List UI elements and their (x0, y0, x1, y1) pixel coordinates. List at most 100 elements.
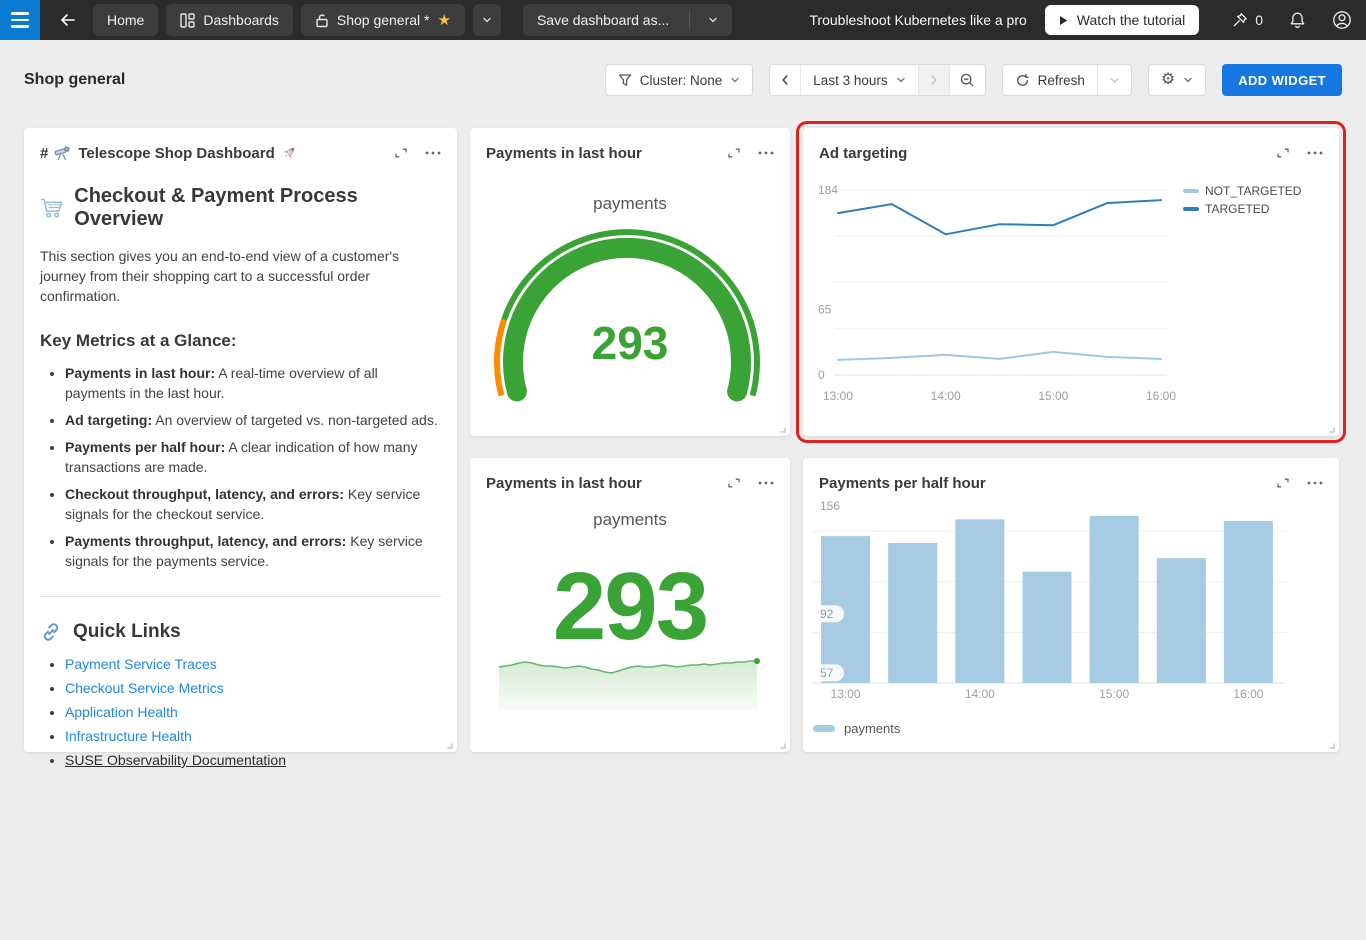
quick-link[interactable]: Application Health (65, 704, 178, 720)
resize-handle[interactable] (1325, 423, 1335, 433)
refresh-label: Refresh (1038, 73, 1085, 88)
shopping-cart-icon (40, 197, 64, 220)
quick-link-item: Infrastructure Health (65, 729, 441, 744)
play-icon (1059, 15, 1068, 26)
quick-links-list: Payment Service Traces Checkout Service … (40, 657, 441, 768)
metric-item: Payments throughput, latency, and errors… (65, 531, 441, 571)
number-value: 293 (470, 557, 790, 657)
avatar-icon (1332, 10, 1352, 30)
time-back-button[interactable] (770, 65, 800, 95)
nav-tab-home[interactable]: Home (93, 4, 158, 36)
quick-link-item: Application Health (65, 705, 441, 720)
chevron-down-icon (1183, 75, 1193, 85)
button-divider (689, 11, 690, 29)
page-header: Shop general Cluster: None Last 3 hours (0, 40, 1366, 96)
pinned-items-button[interactable]: 0 (1231, 12, 1263, 29)
number-chart: payments 293 (470, 458, 790, 752)
favorite-star-icon[interactable]: ★ (438, 13, 451, 28)
watch-tutorial-button[interactable]: Watch the tutorial (1045, 5, 1199, 35)
save-as-label: Save dashboard as... (537, 12, 669, 28)
chevron-right-icon (929, 74, 939, 86)
series-label: payments (470, 510, 790, 530)
quick-link[interactable]: Payment Service Traces (65, 656, 217, 672)
svg-text:14:00: 14:00 (965, 687, 995, 701)
time-forward-button[interactable] (918, 65, 949, 95)
svg-text:16:00: 16:00 (1146, 389, 1176, 403)
dashboard-tab-dropdown[interactable] (473, 4, 501, 36)
time-range-group: Last 3 hours (769, 64, 985, 96)
dashboard-grid: # Telescope Shop Dashboard Checkout & Pa… (24, 128, 1342, 752)
home-label: Home (107, 12, 144, 28)
pin-count: 0 (1255, 12, 1263, 28)
cluster-filter-label: Cluster: None (640, 73, 723, 88)
refresh-button[interactable]: Refresh (1003, 65, 1097, 95)
notifications-button[interactable] (1289, 11, 1306, 29)
metric-item: Payments per half hour: A clear indicati… (65, 437, 441, 477)
series-label: payments (470, 194, 790, 214)
chevron-down-icon (482, 15, 492, 25)
nav-tab-dashboards[interactable]: Dashboards (166, 4, 293, 36)
chevron-down-icon (1109, 75, 1120, 86)
unlock-icon (315, 13, 329, 28)
legend-item[interactable]: NOT_TARGETED (1183, 182, 1301, 200)
promo-text: Troubleshoot Kubernetes like a pro (809, 12, 1026, 28)
gear-icon: ⚙ (1161, 72, 1175, 88)
hamburger-icon (11, 12, 29, 15)
widget-payments-gauge: Payments in last hour payments 293 (470, 128, 790, 436)
widget-menu-button[interactable] (419, 141, 447, 165)
widget-ad-targeting: Ad targeting 18465013:0014:0015:0016:00 … (803, 128, 1339, 436)
line-chart: 18465013:0014:0015:0016:00 NOT_TARGETEDT… (803, 128, 1339, 436)
refresh-icon (1015, 73, 1030, 88)
expand-icon (394, 146, 408, 160)
zoom-out-time-button[interactable] (949, 65, 985, 95)
user-avatar-button[interactable] (1332, 10, 1352, 30)
time-range-selector[interactable]: Last 3 hours (800, 65, 917, 95)
metric-item: Payments in last hour: A real-time overv… (65, 363, 441, 403)
legend-item[interactable]: payments (813, 719, 900, 737)
widget-payments-per-half-hour: Payments per half hour 156925713:0014:00… (803, 458, 1339, 752)
quick-link[interactable]: Checkout Service Metrics (65, 680, 224, 696)
resize-handle[interactable] (443, 739, 453, 749)
metric-item: Ad targeting: An overview of targeted vs… (65, 410, 441, 430)
quick-link[interactable]: SUSE Observability Documentation (65, 752, 286, 768)
legend-item[interactable]: TARGETED (1183, 200, 1301, 218)
svg-text:16:00: 16:00 (1233, 687, 1263, 701)
bar-chart-svg: 156925713:0014:0015:0016:00 (803, 458, 1339, 752)
add-widget-button[interactable]: ADD WIDGET (1222, 64, 1342, 96)
gauge-svg (470, 128, 790, 436)
rocket-icon (281, 145, 297, 161)
bell-icon (1289, 11, 1306, 29)
time-range-label: Last 3 hours (813, 73, 887, 88)
legend-swatch (813, 725, 835, 732)
expand-widget-button[interactable] (387, 141, 415, 165)
divider (40, 596, 441, 597)
widget-payments-number: Payments in last hour payments 293 (470, 458, 790, 752)
refresh-interval-dropdown[interactable] (1097, 65, 1131, 95)
nav-back-button[interactable] (52, 4, 84, 36)
top-nav: Home Dashboards Shop general * ★ Save da… (0, 0, 1366, 40)
overview-heading: Checkout & Payment Process Overview (40, 185, 441, 231)
resize-handle[interactable] (776, 739, 786, 749)
quick-link-item: Payment Service Traces (65, 657, 441, 672)
chevron-down-icon[interactable] (708, 15, 718, 25)
chevron-down-icon (896, 75, 906, 85)
dashboards-label: Dashboards (203, 12, 279, 28)
svg-text:15:00: 15:00 (1099, 687, 1129, 701)
resize-handle[interactable] (776, 423, 786, 433)
legend-label: NOT_TARGETED (1205, 184, 1301, 198)
widget-title: # Telescope Shop Dashboard (40, 145, 297, 162)
nav-tab-current-dashboard[interactable]: Shop general * ★ (301, 4, 465, 36)
dashboards-icon (180, 13, 195, 28)
legend-swatch (1183, 207, 1199, 211)
resize-handle[interactable] (1325, 739, 1335, 749)
quick-link[interactable]: Infrastructure Health (65, 728, 192, 744)
svg-text:65: 65 (818, 303, 832, 317)
chevron-down-icon (730, 75, 740, 85)
dashboard-settings-button[interactable]: ⚙ (1148, 64, 1206, 96)
quick-link-item: Checkout Service Metrics (65, 681, 441, 696)
save-dashboard-as-button[interactable]: Save dashboard as... (523, 4, 732, 36)
metrics-list: Payments in last hour: A real-time overv… (40, 363, 441, 571)
menu-hamburger-button[interactable] (0, 0, 40, 40)
cluster-filter-button[interactable]: Cluster: None (605, 64, 754, 96)
chart-legend: payments (813, 719, 900, 737)
